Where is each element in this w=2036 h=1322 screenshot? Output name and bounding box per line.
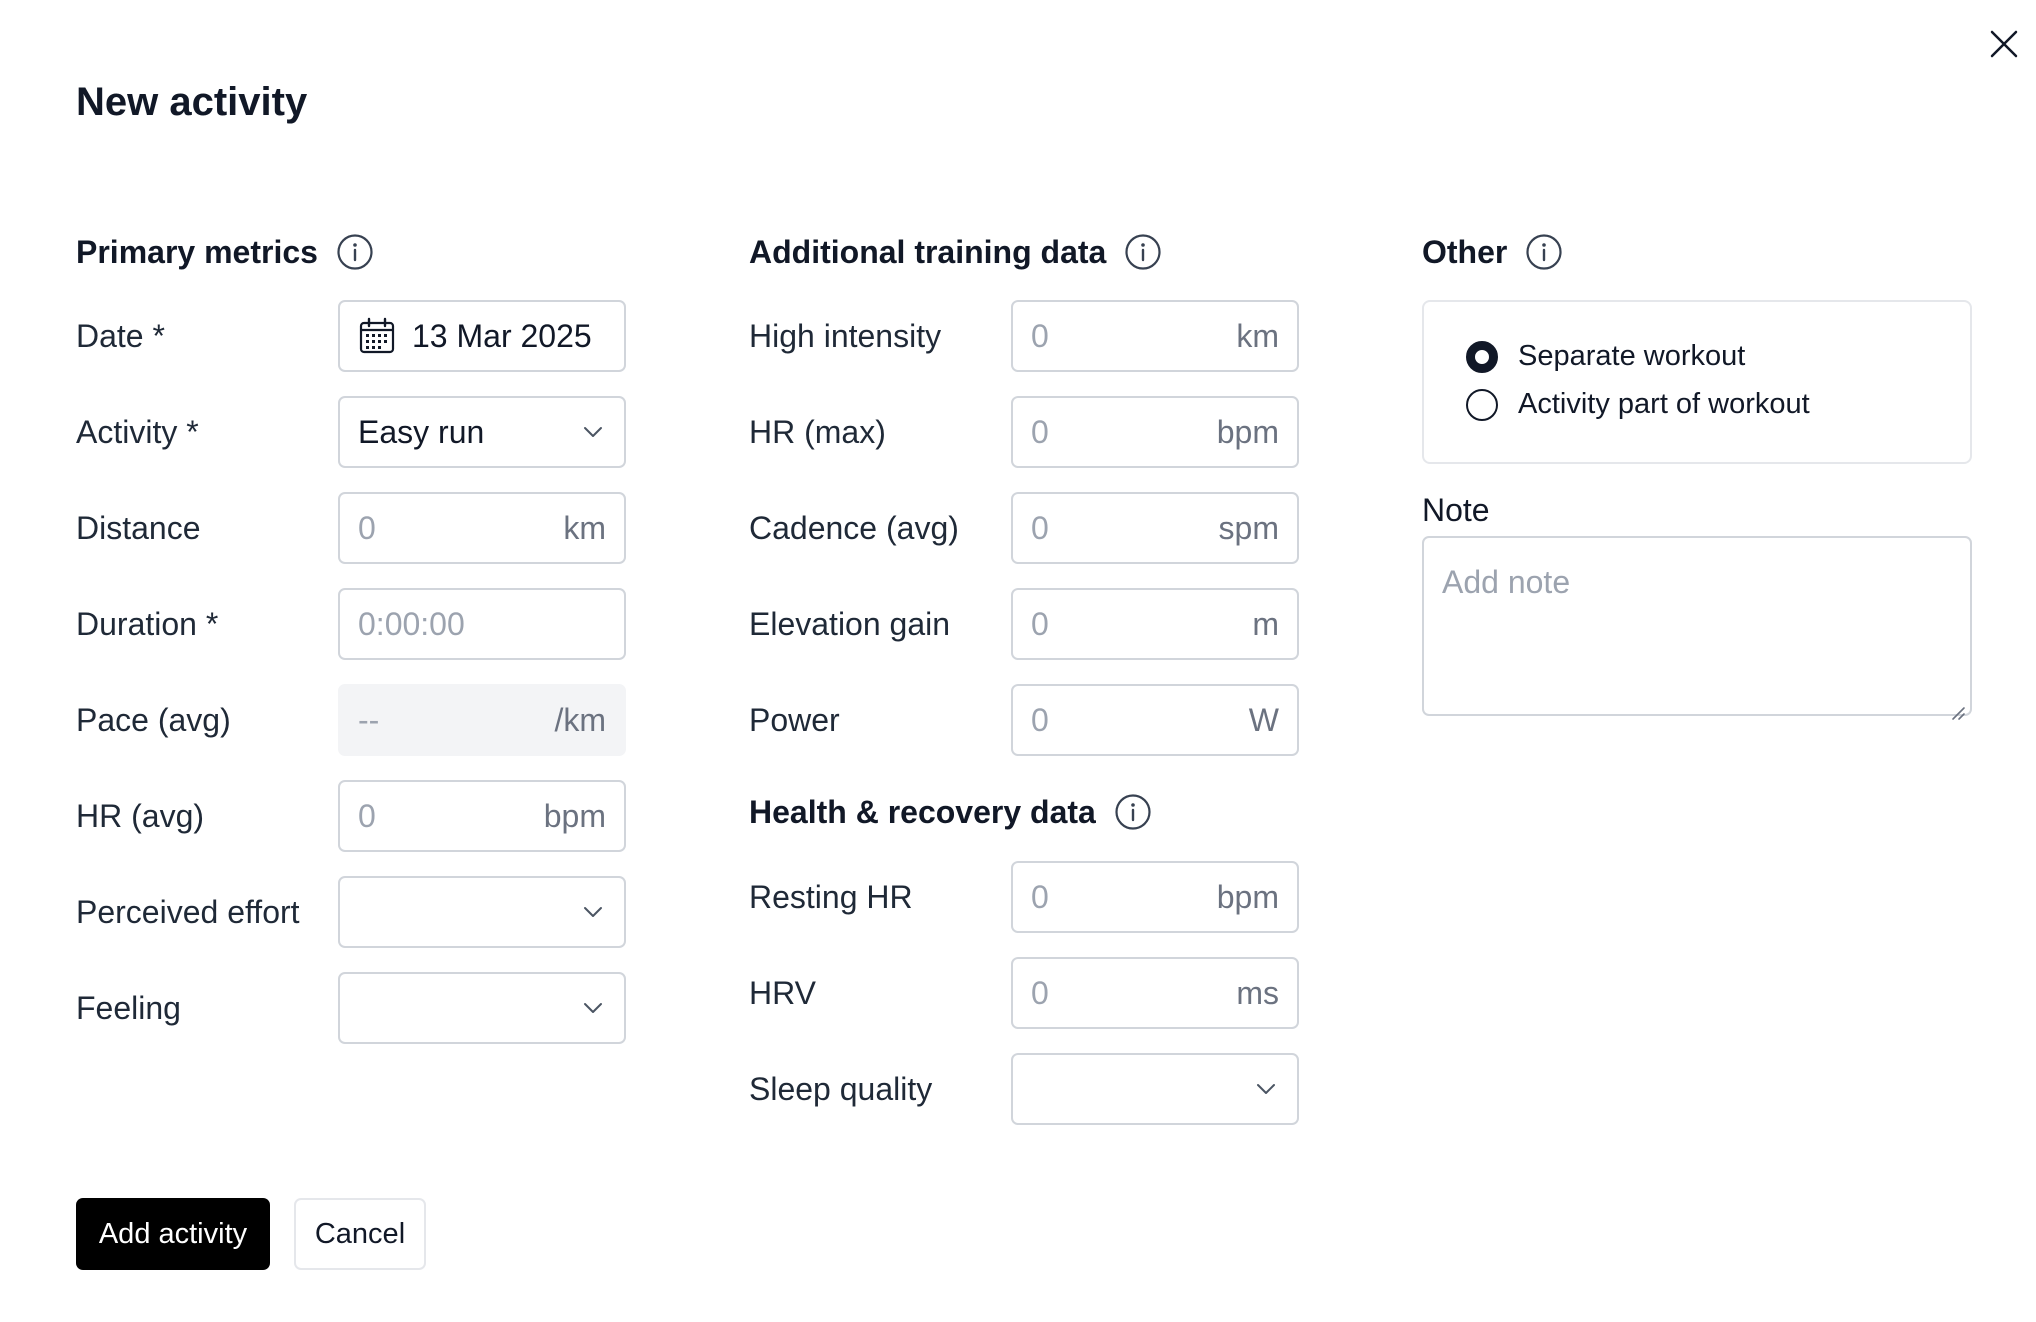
primary-metrics-heading: Primary metrics	[76, 230, 374, 274]
part-of-workout-option[interactable]: Activity part of workout	[1466, 388, 1810, 421]
date-label: Date *	[76, 317, 165, 354]
duration-input[interactable]: 0:00:00	[338, 588, 626, 660]
hr-avg-label: HR (avg)	[76, 797, 205, 834]
distance-unit: km	[563, 509, 606, 546]
activity-select[interactable]: Easy run	[338, 396, 626, 468]
elevation-gain-placeholder: 0	[1031, 605, 1049, 642]
note-textarea[interactable]: Add note	[1422, 536, 1972, 720]
hrv-unit: ms	[1236, 974, 1279, 1011]
chevron-down-icon	[1253, 1076, 1279, 1102]
distance-input[interactable]: 0 km	[338, 492, 626, 564]
hr-max-label: HR (max)	[749, 413, 886, 450]
cadence-label: Cadence (avg)	[749, 509, 959, 546]
high-intensity-placeholder: 0	[1031, 317, 1049, 354]
hr-avg-placeholder: 0	[358, 797, 376, 834]
pace-readout: -- /km	[338, 684, 626, 756]
hrv-input[interactable]: 0 ms	[1011, 957, 1299, 1029]
high-intensity-label: High intensity	[749, 317, 942, 354]
chevron-down-icon	[580, 995, 606, 1021]
add-activity-button[interactable]: Add activity	[76, 1198, 270, 1270]
other-heading: Other	[1422, 230, 1563, 274]
pace-unit: /km	[554, 701, 606, 738]
perceived-effort-select[interactable]	[338, 876, 626, 948]
hr-avg-input[interactable]: 0 bpm	[338, 780, 626, 852]
distance-label: Distance	[76, 509, 201, 546]
perceived-effort-label: Perceived effort	[76, 893, 300, 930]
close-icon	[1990, 30, 2018, 58]
power-input[interactable]: 0 W	[1011, 684, 1299, 756]
cadence-placeholder: 0	[1031, 509, 1049, 546]
additional-training-heading: Additional training data	[749, 230, 1162, 274]
info-icon[interactable]	[1525, 233, 1563, 271]
hr-avg-unit: bpm	[543, 797, 606, 834]
feeling-select[interactable]	[338, 972, 626, 1044]
cadence-input[interactable]: 0 spm	[1011, 492, 1299, 564]
hrv-placeholder: 0	[1031, 974, 1049, 1011]
distance-placeholder: 0	[358, 509, 376, 546]
pace-label: Pace (avg)	[76, 701, 231, 738]
hrv-label: HRV	[749, 974, 816, 1011]
elevation-gain-label: Elevation gain	[749, 605, 951, 642]
sleep-quality-select[interactable]	[1011, 1053, 1299, 1125]
health-recovery-heading: Health & recovery data	[749, 790, 1152, 834]
separate-workout-option[interactable]: Separate workout	[1466, 340, 1745, 373]
info-icon[interactable]	[1124, 233, 1162, 271]
elevation-gain-unit: m	[1252, 605, 1279, 642]
hr-max-unit: bpm	[1216, 413, 1279, 450]
cadence-unit: spm	[1218, 509, 1279, 546]
duration-placeholder: 0:00:00	[358, 605, 465, 642]
chevron-down-icon	[580, 899, 606, 925]
resting-hr-input[interactable]: 0 bpm	[1011, 861, 1299, 933]
hr-max-input[interactable]: 0 bpm	[1011, 396, 1299, 468]
note-label: Note	[1422, 492, 1490, 528]
power-placeholder: 0	[1031, 701, 1049, 738]
workout-type-group: Separate workout Activity part of workou…	[1422, 300, 1972, 464]
feeling-label: Feeling	[76, 989, 181, 1026]
calendar-icon	[358, 317, 396, 355]
note-placeholder: Add note	[1442, 564, 1571, 600]
date-value: 13 Mar 2025	[412, 317, 592, 354]
sleep-quality-label: Sleep quality	[749, 1070, 933, 1107]
info-icon[interactable]	[1114, 793, 1152, 831]
resting-hr-placeholder: 0	[1031, 878, 1049, 915]
duration-label: Duration *	[76, 605, 219, 642]
new-activity-dialog: New activity Primary metrics Date * 13 M…	[0, 0, 2036, 1322]
pace-placeholder: --	[358, 701, 380, 738]
power-label: Power	[749, 701, 840, 738]
resting-hr-label: Resting HR	[749, 878, 913, 915]
date-picker[interactable]: 13 Mar 2025	[338, 300, 626, 372]
close-button[interactable]	[1980, 20, 2028, 68]
elevation-gain-input[interactable]: 0 m	[1011, 588, 1299, 660]
cancel-button[interactable]: Cancel	[294, 1198, 426, 1270]
activity-label: Activity *	[76, 413, 199, 450]
part-of-workout-label: Activity part of workout	[1518, 388, 1810, 420]
dialog-title: New activity	[76, 80, 308, 124]
chevron-down-icon	[580, 419, 606, 445]
activity-value: Easy run	[358, 413, 485, 450]
separate-workout-label: Separate workout	[1518, 340, 1746, 372]
resting-hr-unit: bpm	[1216, 878, 1279, 915]
high-intensity-input[interactable]: 0 km	[1011, 300, 1299, 372]
hr-max-placeholder: 0	[1031, 413, 1049, 450]
power-unit: W	[1248, 701, 1279, 738]
high-intensity-unit: km	[1236, 317, 1279, 354]
radio-unchecked[interactable]	[1466, 388, 1498, 421]
info-icon[interactable]	[336, 233, 374, 271]
radio-checked[interactable]	[1466, 340, 1498, 373]
resize-grip-icon[interactable]	[1948, 692, 1966, 720]
